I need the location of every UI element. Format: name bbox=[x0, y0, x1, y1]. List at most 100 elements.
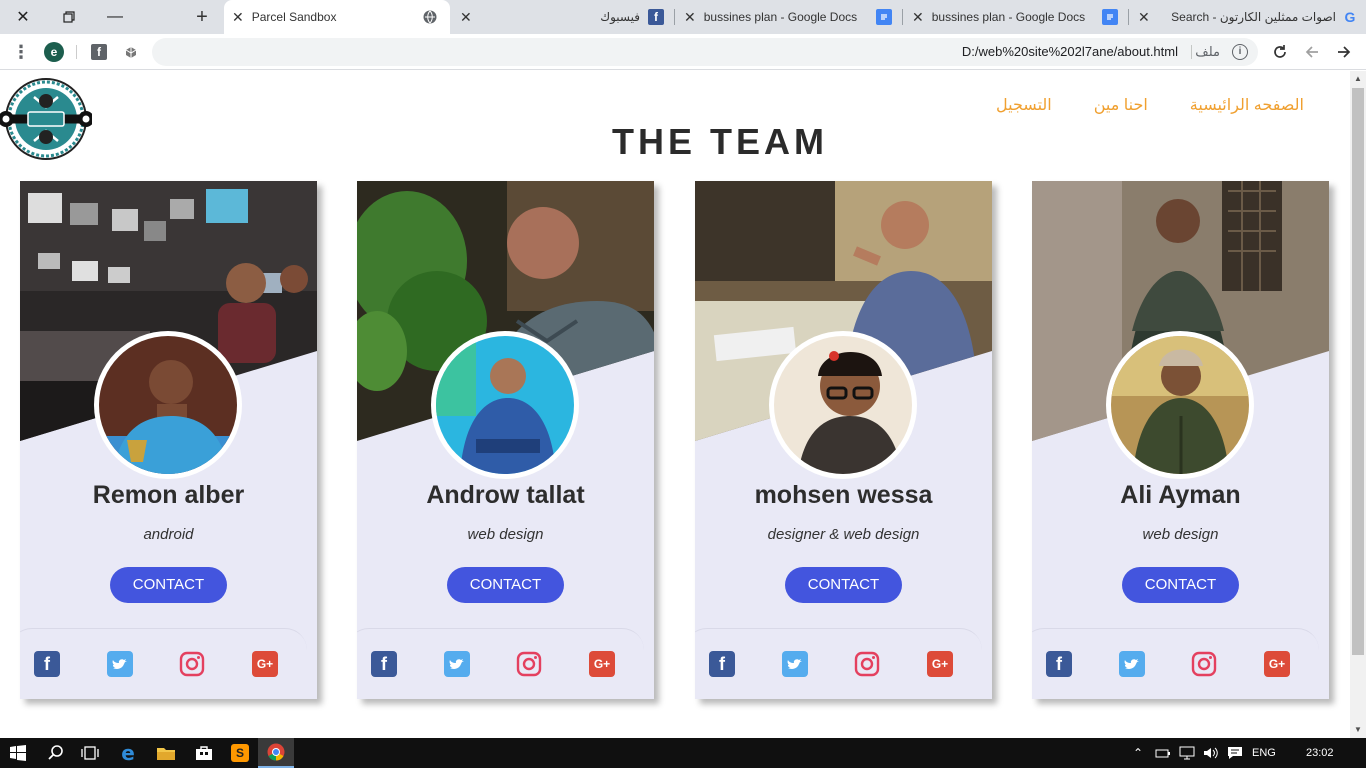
tab-close-button[interactable]: ✕ bbox=[684, 9, 696, 26]
page-scrollbar[interactable]: ▲ ▼ bbox=[1350, 71, 1366, 738]
instagram-icon[interactable] bbox=[854, 651, 880, 677]
tab-title: Parcel Sandbox bbox=[251, 10, 337, 24]
edge-icon[interactable]: e bbox=[110, 738, 146, 768]
extension-e-icon[interactable]: e bbox=[40, 34, 68, 70]
info-icon[interactable]: i bbox=[1232, 44, 1248, 60]
member-role: designer & web design bbox=[767, 526, 920, 543]
notification-icon[interactable] bbox=[1224, 738, 1246, 768]
extension-puzzle-icon[interactable] bbox=[118, 34, 144, 70]
file-scheme-label: ملف bbox=[1195, 44, 1220, 59]
reload-icon[interactable] bbox=[1266, 34, 1294, 70]
google-plus-icon[interactable]: G+ bbox=[1264, 651, 1290, 677]
page-title: THE TEAM bbox=[612, 121, 828, 162]
google-plus-icon[interactable]: G+ bbox=[252, 651, 278, 677]
nav-about[interactable]: احنا مين bbox=[1094, 95, 1148, 115]
tab-title: فيسبوك bbox=[600, 10, 640, 24]
url-text[interactable]: D:/web%20site%202l7ane/about.html bbox=[962, 38, 1178, 66]
avatar bbox=[431, 331, 579, 479]
tab-search[interactable]: ✕ اصوات ممثلين الكارتون - Search G bbox=[1130, 0, 1366, 34]
member-role: web design bbox=[467, 526, 544, 543]
team-card: Remon alber android CONTACT f G+ bbox=[20, 181, 317, 699]
clock[interactable]: 23:02 bbox=[1306, 738, 1334, 768]
tab-close-button[interactable]: ✕ bbox=[460, 9, 472, 26]
tab-close-button[interactable]: ✕ bbox=[232, 9, 244, 26]
new-tab-button[interactable]: + bbox=[188, 0, 216, 34]
avatar bbox=[769, 331, 917, 479]
tab-title: bussines plan - Google Docs bbox=[703, 10, 858, 24]
menu-icon[interactable]: ⋮ bbox=[8, 34, 34, 70]
twitter-icon[interactable] bbox=[782, 651, 808, 677]
team-card: Androw tallat web design CONTACT f G+ bbox=[357, 181, 654, 699]
contact-button[interactable]: CONTACT bbox=[785, 567, 902, 603]
google-icon: G bbox=[1344, 9, 1356, 25]
tab-close-button[interactable]: ✕ bbox=[1138, 9, 1150, 26]
chrome-icon[interactable] bbox=[258, 738, 294, 768]
member-name: Ali Ayman bbox=[1120, 481, 1241, 509]
tab-title: bussines plan - Google Docs bbox=[931, 10, 1086, 24]
windows-taskbar: e S ⌃ ENG 23:02 bbox=[0, 738, 1366, 768]
facebook-icon[interactable]: f bbox=[371, 651, 397, 677]
docs-icon bbox=[1102, 9, 1118, 25]
file-explorer-icon[interactable] bbox=[148, 738, 184, 768]
member-role: web design bbox=[1142, 526, 1219, 543]
team-card: Ali Ayman web design CONTACT f G+ bbox=[1032, 181, 1329, 699]
tab-close-button[interactable]: ✕ bbox=[912, 9, 924, 26]
page-viewport: الصفحه الرائيسية احنا مين التسجيل THE TE… bbox=[0, 71, 1350, 738]
close-window-button[interactable]: ✕ bbox=[0, 0, 46, 34]
member-role: android bbox=[143, 526, 194, 543]
member-name: Androw tallat bbox=[426, 481, 585, 509]
tab-google-docs-1[interactable]: ✕ bussines plan - Google Docs bbox=[676, 0, 900, 34]
tab-parcel-sandbox[interactable]: ✕ Parcel Sandbox bbox=[224, 0, 450, 34]
instagram-icon[interactable] bbox=[516, 651, 542, 677]
google-plus-icon[interactable]: G+ bbox=[589, 651, 615, 677]
restore-icon bbox=[63, 11, 75, 23]
team-card: mohsen wessa designer & web design CONTA… bbox=[695, 181, 992, 699]
instagram-icon[interactable] bbox=[179, 651, 205, 677]
contact-button[interactable]: CONTACT bbox=[1122, 567, 1239, 603]
scroll-up-arrow[interactable]: ▲ bbox=[1350, 71, 1366, 87]
google-plus-icon[interactable]: G+ bbox=[927, 651, 953, 677]
back-icon[interactable] bbox=[1298, 34, 1326, 70]
store-icon[interactable] bbox=[186, 738, 222, 768]
nav-register[interactable]: التسجيل bbox=[996, 95, 1052, 115]
facebook-icon: f bbox=[648, 9, 664, 25]
scroll-thumb[interactable] bbox=[1352, 88, 1364, 655]
address-bar[interactable]: D:/web%20site%202l7ane/about.html ملف i bbox=[152, 38, 1258, 66]
twitter-icon[interactable] bbox=[1119, 651, 1145, 677]
twitter-icon[interactable] bbox=[107, 651, 133, 677]
network-icon[interactable] bbox=[1176, 738, 1198, 768]
nav-home[interactable]: الصفحه الرائيسية bbox=[1190, 95, 1304, 115]
contact-button[interactable]: CONTACT bbox=[447, 567, 564, 603]
browser-toolbar: ⋮ e f ☆ D:/web%20site%202l7ane/about.htm… bbox=[0, 34, 1366, 70]
windows-start-icon[interactable] bbox=[0, 738, 36, 768]
scroll-down-arrow[interactable]: ▼ bbox=[1350, 722, 1366, 738]
site-nav: الصفحه الرائيسية احنا مين التسجيل bbox=[996, 95, 1304, 115]
avatar bbox=[94, 331, 242, 479]
member-name: Remon alber bbox=[92, 481, 245, 509]
globe-icon bbox=[422, 9, 438, 25]
search-icon[interactable] bbox=[40, 738, 72, 768]
forward-icon[interactable] bbox=[1330, 34, 1358, 70]
instagram-icon[interactable] bbox=[1191, 651, 1217, 677]
member-name: mohsen wessa bbox=[754, 481, 933, 509]
chevron-up-icon[interactable]: ⌃ bbox=[1128, 738, 1148, 768]
restore-window-button[interactable] bbox=[46, 0, 92, 34]
docs-icon bbox=[876, 9, 892, 25]
tab-strip: ✕ — + ✕ Parcel Sandbox ✕ فيسبوك f ✕ buss… bbox=[0, 0, 1366, 34]
minimize-window-button[interactable]: — bbox=[92, 0, 138, 34]
facebook-icon[interactable]: f bbox=[1046, 651, 1072, 677]
tab-google-docs-2[interactable]: ✕ bussines plan - Google Docs bbox=[904, 0, 1126, 34]
tab-facebook[interactable]: ✕ فيسبوك f bbox=[452, 0, 670, 34]
twitter-icon[interactable] bbox=[444, 651, 470, 677]
contact-button[interactable]: CONTACT bbox=[110, 567, 227, 603]
power-icon[interactable] bbox=[1152, 738, 1174, 768]
tab-title: اصوات ممثلين الكارتون - Search bbox=[1171, 10, 1336, 24]
facebook-extension-icon[interactable]: f bbox=[86, 34, 112, 70]
task-view-icon[interactable] bbox=[74, 738, 106, 768]
facebook-icon[interactable]: f bbox=[34, 651, 60, 677]
volume-icon[interactable] bbox=[1200, 738, 1222, 768]
avatar bbox=[1106, 331, 1254, 479]
language-indicator[interactable]: ENG bbox=[1252, 738, 1276, 768]
facebook-icon[interactable]: f bbox=[709, 651, 735, 677]
sublime-text-icon[interactable]: S bbox=[222, 738, 258, 768]
